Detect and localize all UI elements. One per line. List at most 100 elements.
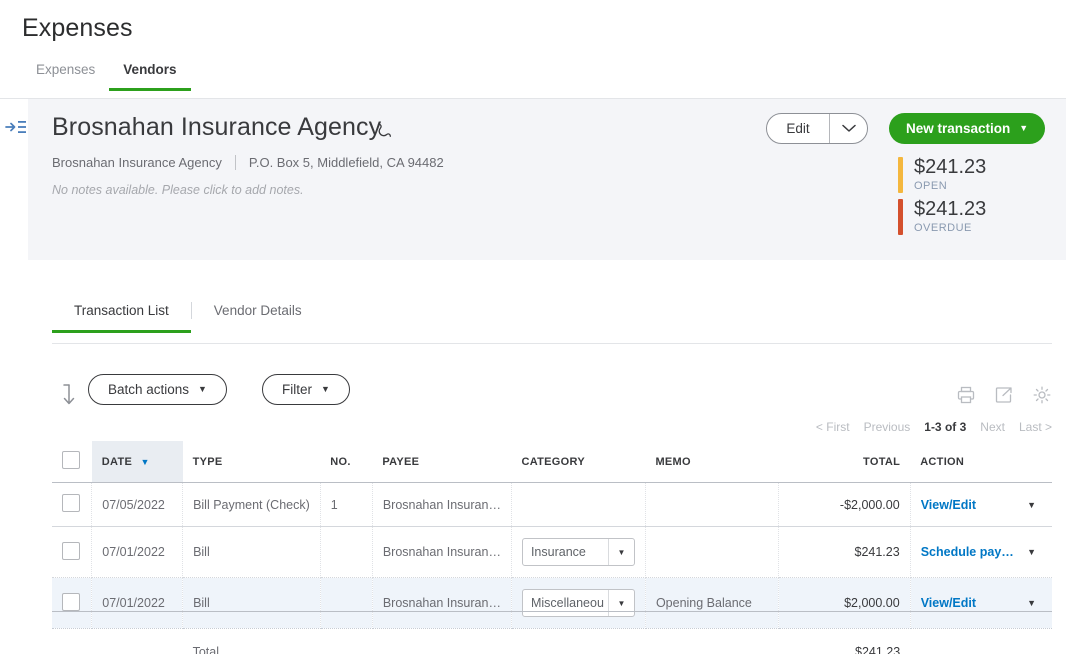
- caret-down-icon[interactable]: ▼: [1027, 500, 1042, 510]
- pagination-current: 1-3 of 3: [924, 420, 967, 434]
- column-header-date[interactable]: DATE ▼: [91, 441, 183, 483]
- view-edit-link[interactable]: View/Edit: [921, 498, 976, 512]
- cell-no: [320, 526, 373, 578]
- batch-actions-button[interactable]: Batch actions ▼: [88, 374, 227, 405]
- sub-tabs-divider: [52, 343, 1052, 344]
- cell-date: 07/05/2022: [91, 482, 184, 527]
- cell-date: 07/01/2022: [91, 526, 184, 578]
- caret-down-icon[interactable]: ▼: [1027, 598, 1042, 608]
- pagination-previous[interactable]: Previous: [864, 420, 911, 434]
- caret-down-icon[interactable]: ▼: [1027, 547, 1042, 557]
- cell-memo: [645, 482, 780, 527]
- stat-overdue-amount: $241.23: [914, 198, 987, 220]
- table-row[interactable]: 07/01/2022 Bill Brosnahan Insuran… Misce…: [52, 577, 1052, 629]
- cell-payee: Brosnahan Insuran…: [372, 482, 512, 527]
- column-header-category[interactable]: CATEGORY: [511, 441, 646, 483]
- total-spacer: [372, 629, 511, 654]
- new-transaction-button[interactable]: New transaction ▼: [889, 113, 1046, 144]
- cell-no: 1: [320, 482, 373, 527]
- tab-vendors[interactable]: Vendors: [109, 62, 191, 91]
- expenses-page: Expenses Expenses Vendors Brosnahan Insu…: [0, 0, 1066, 654]
- category-value: Miscellaneou: [530, 596, 604, 610]
- page-title: Expenses: [22, 14, 133, 42]
- filter-label: Filter: [282, 382, 312, 397]
- cell-payee: Brosnahan Insuran…: [372, 526, 512, 578]
- row-checkbox[interactable]: [62, 592, 80, 611]
- stat-open-bar: [898, 157, 903, 193]
- subtitle-divider: [234, 155, 236, 170]
- column-header-select: [52, 441, 92, 483]
- tab-vendor-details[interactable]: Vendor Details: [192, 303, 324, 333]
- caret-down-icon: ▼: [607, 539, 634, 565]
- vendor-notes-placeholder[interactable]: No notes available. Please click to add …: [52, 183, 304, 197]
- cell-type: Bill: [182, 526, 321, 578]
- cell-memo: [645, 526, 780, 578]
- total-spacer: [52, 629, 92, 654]
- category-dropdown[interactable]: Insurance ▼: [521, 538, 635, 566]
- stat-overdue: $241.23 OVERDUE: [898, 199, 986, 235]
- select-all-checkbox[interactable]: [62, 451, 80, 469]
- cell-type: Bill: [182, 577, 321, 629]
- sort-caret-icon: ▼: [140, 456, 150, 467]
- row-checkbox[interactable]: [62, 494, 80, 512]
- table-row[interactable]: 07/05/2022 Bill Payment (Check) 1 Brosna…: [52, 482, 1052, 527]
- tab-expenses[interactable]: Expenses: [22, 62, 109, 91]
- column-header-memo[interactable]: MEMO: [645, 441, 779, 483]
- column-header-total[interactable]: TOTAL: [778, 441, 911, 483]
- vendor-card: Brosnahan Insurance Agency Brosnahan Ins…: [28, 99, 1066, 260]
- pagination-first[interactable]: < First: [816, 420, 850, 434]
- total-spacer: [92, 629, 183, 654]
- view-edit-link[interactable]: View/Edit: [921, 596, 976, 610]
- cell-no: [320, 577, 373, 629]
- table-header-row: DATE ▼ TYPE NO. PAYEE CATEGORY MEMO TOTA…: [52, 441, 1052, 483]
- chevron-down-icon[interactable]: [829, 114, 867, 143]
- cell-memo: Opening Balance: [645, 577, 780, 629]
- column-header-payee[interactable]: PAYEE: [372, 441, 512, 483]
- vendor-company: Brosnahan Insurance Agency: [52, 155, 222, 170]
- batch-actions-label: Batch actions: [108, 382, 190, 397]
- column-header-no[interactable]: NO.: [320, 441, 373, 483]
- cell-total: -$2,000.00: [778, 482, 911, 527]
- cell-total: $2,000.00: [778, 577, 911, 629]
- vendor-address: P.O. Box 5, Middlefield, CA 94482: [248, 155, 444, 170]
- gear-icon[interactable]: [1032, 385, 1052, 405]
- row-select-cell: [52, 482, 93, 527]
- filter-button[interactable]: Filter ▼: [262, 374, 350, 405]
- caret-down-icon: ▼: [198, 384, 207, 394]
- cell-category: Miscellaneou ▼: [511, 577, 646, 629]
- total-spacer: [511, 629, 645, 654]
- schedule-payment-link[interactable]: Schedule pay…: [921, 545, 1014, 559]
- stat-open-amount: $241.23: [914, 156, 987, 178]
- column-header-type[interactable]: TYPE: [182, 441, 321, 483]
- tab-transaction-list[interactable]: Transaction List: [52, 303, 191, 333]
- export-icon[interactable]: [994, 385, 1014, 405]
- phone-icon[interactable]: [373, 121, 393, 141]
- total-spacer: [645, 629, 778, 654]
- row-select-cell: [52, 526, 93, 578]
- table-row[interactable]: 07/01/2022 Bill Brosnahan Insuran… Insur…: [52, 526, 1052, 578]
- sort-descending-icon[interactable]: [60, 383, 78, 408]
- vendor-subtitle: Brosnahan Insurance Agency P.O. Box 5, M…: [52, 155, 444, 170]
- caret-down-icon: ▼: [1019, 123, 1029, 133]
- caret-down-icon: ▼: [321, 384, 330, 394]
- cell-action: View/Edit ▼: [910, 577, 1052, 629]
- caret-down-icon: ▼: [607, 590, 634, 616]
- top-tabs: Expenses Vendors: [22, 62, 191, 91]
- cell-action: View/Edit ▼: [910, 482, 1052, 527]
- pagination-next[interactable]: Next: [980, 420, 1005, 434]
- column-header-action: ACTION: [910, 441, 1052, 483]
- cell-date: 07/01/2022: [91, 577, 184, 629]
- total-amount: $241.23: [855, 644, 901, 654]
- category-dropdown[interactable]: Miscellaneou ▼: [521, 589, 635, 617]
- total-label: Total: [192, 644, 219, 654]
- cell-total: $241.23: [778, 526, 911, 578]
- cell-action: Schedule pay… ▼: [910, 526, 1052, 578]
- pagination-last[interactable]: Last >: [1019, 420, 1052, 434]
- expand-sidebar-icon[interactable]: [5, 118, 27, 136]
- edit-button[interactable]: Edit: [767, 114, 829, 143]
- print-icon[interactable]: [956, 385, 976, 405]
- row-checkbox[interactable]: [62, 541, 80, 560]
- edit-button-group[interactable]: Edit: [766, 113, 868, 144]
- cell-payee: Brosnahan Insuran…: [372, 577, 512, 629]
- cell-type: Bill Payment (Check): [182, 482, 321, 527]
